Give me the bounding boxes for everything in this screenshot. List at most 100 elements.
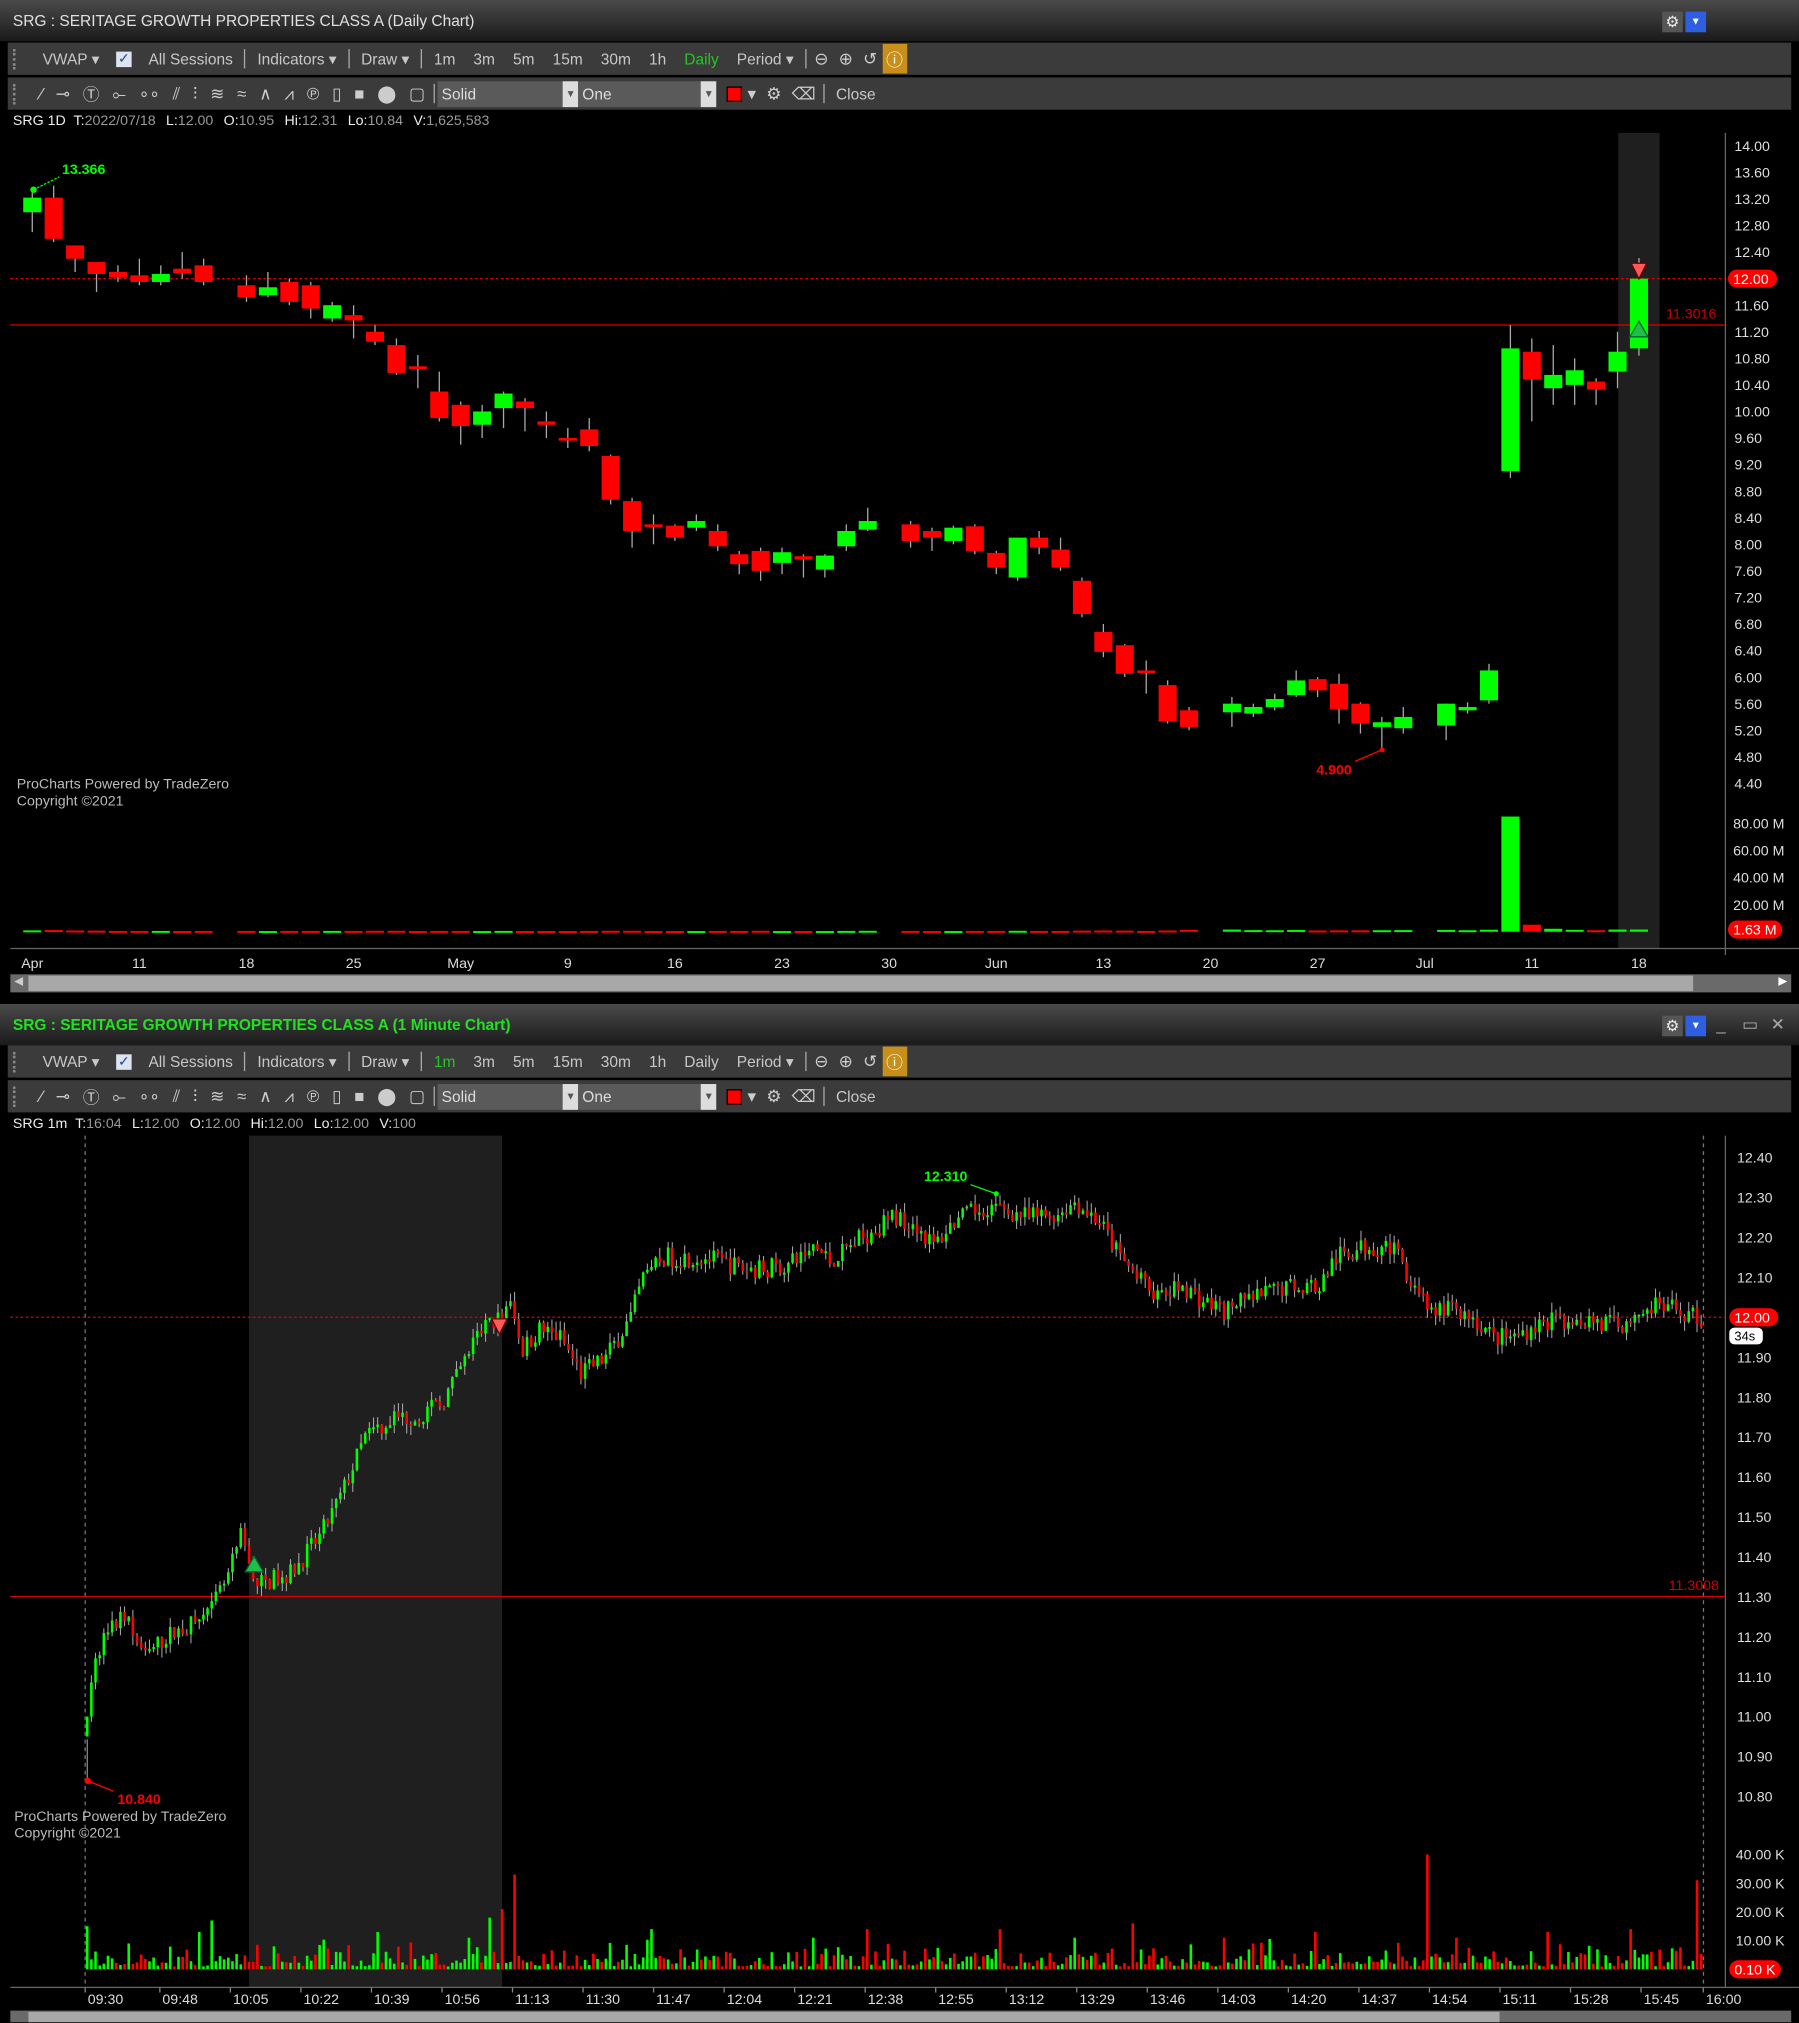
price-bar[interactable] [98,1651,101,1666]
price-bar[interactable] [1376,1247,1379,1263]
color-picker[interactable] [726,85,743,102]
price-bar[interactable] [633,1289,637,1315]
color-dropdown-icon[interactable]: ▾ [742,83,761,104]
scroll-left-icon[interactable]: ◀ [14,974,23,988]
price-bar[interactable] [160,1636,164,1658]
candle[interactable] [1094,623,1113,658]
price-bar[interactable] [1185,1281,1189,1303]
price-bar[interactable] [799,1243,803,1272]
candle[interactable] [473,404,492,439]
price-bar[interactable] [903,1203,906,1237]
candle[interactable] [515,398,535,432]
price-bar[interactable] [1060,1207,1064,1223]
price-bar[interactable] [1583,1322,1587,1330]
price-bar[interactable] [587,1353,591,1370]
price-bar[interactable] [915,1215,919,1242]
text-tool-icon[interactable]: Ⓣ [76,81,106,106]
price-bar[interactable] [865,1229,869,1253]
price-bar[interactable] [766,1269,769,1284]
price-bar[interactable] [1305,1278,1309,1295]
candle[interactable] [901,521,920,548]
candle[interactable] [430,371,449,422]
price-bar[interactable] [1114,1240,1118,1257]
price-bar[interactable] [832,1262,836,1267]
price-bar[interactable] [1372,1242,1375,1256]
price-bar[interactable] [803,1242,807,1262]
candle[interactable] [87,262,106,292]
price-bar[interactable] [1525,1324,1529,1345]
price-bar[interactable] [1189,1285,1193,1299]
price-bar[interactable] [762,1256,765,1276]
price-bar[interactable] [749,1261,753,1273]
price-bar[interactable] [193,1609,197,1625]
price-bar[interactable] [1330,1250,1334,1277]
price-bar[interactable] [1077,1197,1081,1219]
candle[interactable] [644,514,663,545]
candle[interactable] [1287,670,1306,698]
price-bar[interactable] [791,1246,794,1265]
price-bar[interactable] [1691,1305,1695,1319]
price-bar[interactable] [268,1578,272,1590]
price-bar[interactable] [185,1629,189,1636]
price-bar[interactable] [1695,1300,1699,1333]
price-bar[interactable] [658,1247,662,1267]
price-bar[interactable] [1467,1309,1471,1328]
candle[interactable] [665,524,684,541]
price-bar[interactable] [1450,1294,1454,1311]
fib-fan-icon[interactable]: ≋ [204,83,231,104]
price-bar[interactable] [861,1223,865,1245]
candle[interactable] [944,525,963,545]
candle[interactable] [66,245,85,273]
price-bar[interactable] [583,1356,587,1389]
indicators-dropdown[interactable]: Indicators ▾ [248,50,345,68]
price-bar[interactable] [1239,1292,1242,1313]
period-1m[interactable]: 1m [425,50,465,68]
price-bar[interactable] [1036,1199,1039,1225]
price-bar[interactable] [1214,1294,1218,1317]
price-bar[interactable] [1409,1275,1413,1292]
price-bar[interactable] [1085,1200,1089,1218]
settings-gear-icon[interactable]: ⚙ [761,83,786,104]
price-bar[interactable] [123,1606,126,1627]
all-sessions-label[interactable]: All Sessions [139,50,241,68]
price-bar[interactable] [148,1639,151,1654]
price-bar[interactable] [509,1293,512,1310]
price-bar[interactable] [982,1207,985,1221]
price-bar[interactable] [600,1352,603,1365]
price-bar[interactable] [1455,1299,1458,1316]
candle[interactable] [23,187,42,233]
candle[interactable] [1308,677,1327,698]
candle[interactable] [1222,697,1241,727]
price-bar[interactable] [1143,1271,1147,1289]
price-bar[interactable] [1065,1203,1068,1219]
fib-extension-icon[interactable]: ≈ [231,84,253,103]
price-bar[interactable] [1679,1302,1682,1324]
price-bar[interactable] [363,1431,367,1445]
price-bar[interactable] [911,1216,915,1236]
price-bar[interactable] [973,1194,977,1221]
price-bar[interactable] [699,1259,703,1270]
price-bar[interactable] [1280,1281,1284,1303]
trendline-icon[interactable]: ⁄ [34,84,50,103]
price-bar[interactable] [513,1291,516,1325]
reset-icon[interactable]: ↺ [858,48,882,69]
price-bar[interactable] [1102,1215,1106,1230]
price-bar[interactable] [1148,1276,1151,1297]
price-bar[interactable] [1459,1306,1462,1326]
candle[interactable] [494,391,513,429]
price-bar[interactable] [173,1626,176,1640]
price-bar[interactable] [745,1262,749,1280]
price-bar[interactable] [222,1580,226,1592]
price-bar[interactable] [1260,1287,1263,1297]
price-bar[interactable] [1177,1274,1180,1300]
candle[interactable] [1437,703,1456,741]
candle[interactable] [623,497,642,548]
candle[interactable] [387,338,406,375]
parallel-channel-icon[interactable]: ⫽ [166,83,186,104]
price-bar[interactable] [679,1256,682,1275]
price-bar[interactable] [729,1248,732,1281]
price-bar[interactable] [1683,1313,1686,1331]
horizontal-scrollbar[interactable]: ▶ ◀ [10,974,1792,993]
price-bar[interactable] [1471,1311,1475,1328]
candle[interactable] [237,275,256,302]
